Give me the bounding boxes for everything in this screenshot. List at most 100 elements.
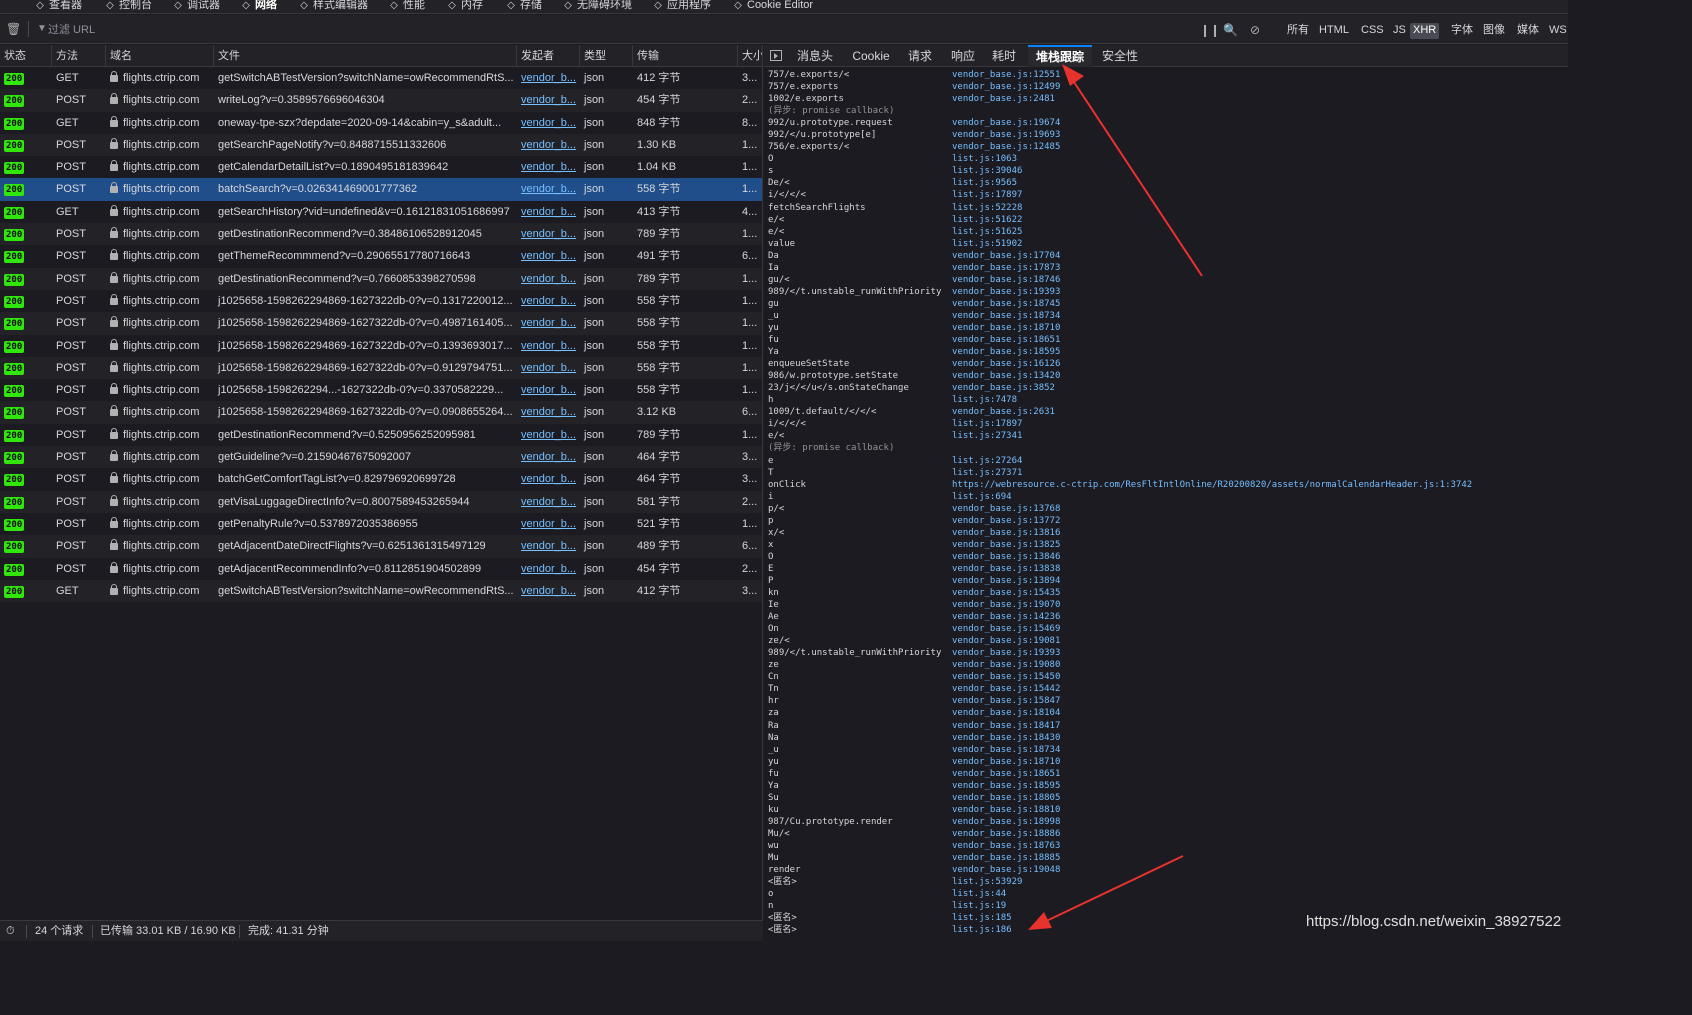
frame-source-link[interactable]: vendor_base.js:18595 [952, 346, 1060, 358]
type-filter-0[interactable]: 所有 [1284, 23, 1312, 39]
table-row[interactable]: 200 POST flights.ctrip.com batchSearch?v=0.… [0, 178, 762, 201]
frame-source-link[interactable]: vendor_base.js:19393 [952, 647, 1060, 659]
tab-debugger[interactable]: ◇ 调试器 [172, 0, 220, 13]
tab-memory[interactable]: ◇ 内存 [446, 0, 483, 13]
table-row[interactable]: 200 POST flights.ctrip.com getGuideline?v=0… [0, 446, 762, 469]
table-row[interactable]: 200 POST flights.ctrip.com getCalendarDetai… [0, 156, 762, 178]
initiator-link[interactable]: vendor_b... [521, 206, 576, 218]
table-row[interactable]: 200 GET flights.ctrip.com getSwitchABTestVe… [0, 579, 762, 603]
frame-source-link[interactable]: vendor_base.js:18104 [952, 707, 1060, 719]
frame-source-link[interactable]: vendor_base.js:18651 [952, 334, 1060, 346]
table-row[interactable]: 200 POST flights.ctrip.com getDestinationRe… [0, 267, 762, 290]
frame-source-link[interactable]: vendor_base.js:15450 [952, 671, 1060, 683]
table-row[interactable]: 200 POST flights.ctrip.com getDestinationRe… [0, 424, 762, 446]
initiator-link[interactable]: vendor_b... [521, 429, 576, 441]
frame-source-link[interactable]: list.js:51902 [952, 238, 1022, 250]
frame-source-link[interactable]: vendor_base.js:13825 [952, 539, 1060, 551]
frame-source-link[interactable]: vendor_base.js:15847 [952, 695, 1060, 707]
frame-source-link[interactable]: list.js:39046 [952, 165, 1022, 177]
table-row[interactable]: 200 POST flights.ctrip.com j1025658-1598262… [0, 312, 762, 335]
type-filter-7[interactable]: 媒体 [1514, 23, 1542, 39]
performance-analysis-icon[interactable]: ⏱ [6, 921, 15, 941]
col-method-header[interactable]: 方法 [52, 45, 106, 67]
frame-source-link[interactable]: vendor_base.js:18805 [952, 792, 1060, 804]
initiator-link[interactable]: vendor_b... [521, 473, 576, 485]
table-row[interactable]: 200 POST flights.ctrip.com j1025658-1598262… [0, 401, 762, 424]
frame-source-link[interactable]: list.js:19 [952, 900, 1006, 912]
table-row[interactable]: 200 POST flights.ctrip.com getPenaltyRule?v… [0, 513, 762, 535]
table-row[interactable]: 200 GET flights.ctrip.com getSearchHistory?… [0, 201, 762, 223]
toggle-sidebar-icon[interactable] [770, 50, 782, 61]
initiator-link[interactable]: vendor_b... [521, 340, 576, 352]
initiator-link[interactable]: vendor_b... [521, 451, 576, 463]
frame-source-link[interactable]: vendor_base.js:18998 [952, 816, 1060, 828]
frame-source-link[interactable]: vendor_base.js:19070 [952, 599, 1060, 611]
tab-inspector[interactable]: ◇ 查看器 [34, 0, 82, 13]
frame-source-link[interactable]: list.js:185 [952, 912, 1012, 924]
search-icon[interactable]: 🔍 [1223, 22, 1238, 38]
type-filter-3[interactable]: JS [1390, 23, 1409, 39]
frame-source-link[interactable]: list.js:27264 [952, 455, 1022, 467]
tab-style-editor[interactable]: ◇ 样式编辑器 [298, 0, 368, 13]
col-status-header[interactable]: 状态 [0, 45, 52, 67]
frame-source-link[interactable]: vendor_base.js:2631 [952, 406, 1055, 418]
table-row[interactable]: 200 POST flights.ctrip.com getThemeRecommme… [0, 245, 762, 267]
frame-source-link[interactable]: https://webresource.c-ctrip.com/ResFltIn… [952, 479, 1472, 491]
initiator-link[interactable]: vendor_b... [521, 496, 576, 508]
detail-tab-2[interactable]: 请求 [900, 45, 940, 67]
frame-source-link[interactable]: list.js:17897 [952, 189, 1022, 201]
frame-source-link[interactable]: vendor_base.js:13846 [952, 551, 1060, 563]
table-row[interactable]: 200 POST flights.ctrip.com j1025658-1598262… [0, 335, 762, 357]
tab-network[interactable]: ◇ 网络 [240, 0, 277, 13]
initiator-link[interactable]: vendor_b... [521, 518, 576, 530]
table-row[interactable]: 200 POST flights.ctrip.com j1025658-1598262… [0, 379, 762, 401]
table-row[interactable]: 200 POST flights.ctrip.com getVisaLuggageDi… [0, 490, 762, 513]
table-row[interactable]: 200 POST flights.ctrip.com getAdjacentRecom… [0, 558, 762, 580]
frame-source-link[interactable]: vendor_base.js:18710 [952, 756, 1060, 768]
frame-source-link[interactable]: vendor_base.js:18595 [952, 780, 1060, 792]
tab-performance[interactable]: ◇ 性能 [388, 0, 425, 13]
col-initiator-header[interactable]: 发起者 [517, 45, 580, 67]
detail-tab-0[interactable]: 消息头 [790, 45, 840, 67]
frame-source-link[interactable]: list.js:17897 [952, 418, 1022, 430]
detail-tab-3[interactable]: 响应 [944, 45, 982, 67]
frame-source-link[interactable]: vendor_base.js:16126 [952, 358, 1060, 370]
frame-source-link[interactable]: list.js:1063 [952, 153, 1017, 165]
frame-source-link[interactable]: vendor_base.js:13816 [952, 527, 1060, 539]
initiator-link[interactable]: vendor_b... [521, 250, 576, 262]
pause-icon[interactable]: ❙❙ [1200, 22, 1220, 38]
initiator-link[interactable]: vendor_b... [521, 295, 576, 307]
table-row[interactable]: 200 GET flights.ctrip.com oneway-tpe-szx?de… [0, 112, 762, 134]
initiator-link[interactable]: vendor_b... [521, 228, 576, 240]
col-file-header[interactable]: 文件 [214, 45, 517, 67]
frame-source-link[interactable]: vendor_base.js:15435 [952, 587, 1060, 599]
initiator-link[interactable]: vendor_b... [521, 362, 576, 374]
table-row[interactable]: 200 POST flights.ctrip.com j1025658-1598262… [0, 356, 762, 380]
type-filter-5[interactable]: 字体 [1448, 23, 1476, 39]
type-filter-8[interactable]: WS [1546, 23, 1570, 39]
table-row[interactable]: 200 POST flights.ctrip.com writeLog?v=0.358… [0, 89, 762, 112]
initiator-link[interactable]: vendor_b... [521, 183, 576, 195]
frame-source-link[interactable]: list.js:52228 [952, 202, 1022, 214]
frame-source-link[interactable]: list.js:27371 [952, 467, 1022, 479]
filter-url-input[interactable] [48, 21, 448, 39]
initiator-link[interactable]: vendor_b... [521, 585, 576, 597]
tab-cookie[interactable]: ◇ Cookie Editor [732, 0, 813, 13]
frame-source-link[interactable]: vendor_base.js:18810 [952, 804, 1060, 816]
frame-source-link[interactable]: vendor_base.js:15442 [952, 683, 1060, 695]
frame-source-link[interactable]: vendor_base.js:14236 [952, 611, 1060, 623]
frame-source-link[interactable]: vendor_base.js:18734 [952, 744, 1060, 756]
type-filter-1[interactable]: HTML [1316, 23, 1352, 39]
frame-source-link[interactable]: list.js:53929 [952, 876, 1022, 888]
initiator-link[interactable]: vendor_b... [521, 406, 576, 418]
frame-source-link[interactable]: list.js:51625 [952, 226, 1022, 238]
frame-source-link[interactable]: list.js:51622 [952, 214, 1022, 226]
frame-source-link[interactable]: list.js:7478 [952, 394, 1017, 406]
initiator-link[interactable]: vendor_b... [521, 117, 576, 129]
frame-source-link[interactable]: vendor_base.js:18651 [952, 768, 1060, 780]
frame-source-link[interactable]: vendor_base.js:18886 [952, 828, 1060, 840]
col-type-header[interactable]: 类型 [580, 45, 633, 67]
block-icon[interactable]: ⊘ [1250, 22, 1260, 38]
frame-source-link[interactable]: vendor_base.js:13772 [952, 515, 1060, 527]
table-row[interactable]: 200 POST flights.ctrip.com batchGetComfortT… [0, 468, 762, 490]
